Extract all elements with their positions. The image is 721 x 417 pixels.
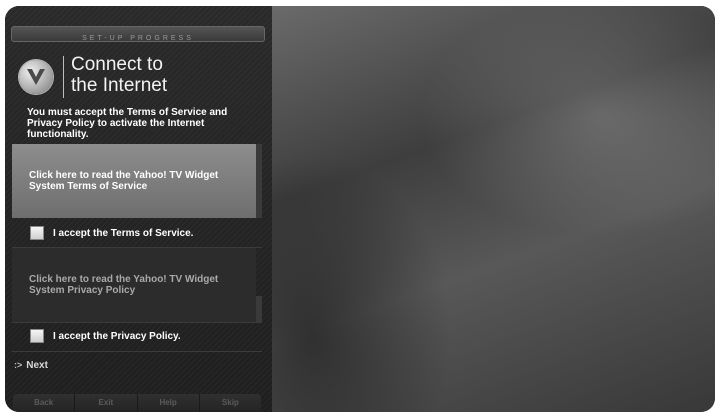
terms-scrollbar[interactable] [256,144,262,218]
privacy-scrollbar[interactable] [256,296,262,322]
page-title-line1: Connect to [71,54,163,75]
setup-sidebar: SET-UP PROGRESS Connect to the Internet … [5,6,273,412]
setup-progress-label: SET-UP PROGRESS [82,35,194,42]
next-button-label: Next [26,360,48,371]
page-title: Connect to the Internet [71,54,261,96]
accept-terms-label: I accept the Terms of Service. [53,227,194,239]
background-artwork [272,6,715,412]
separator [12,322,262,323]
terms-of-service-link-label: Click here to read the Yahoo! TV Widget … [29,170,219,192]
help-button[interactable]: Help [137,394,200,412]
next-button[interactable]: :> Next [14,360,48,371]
terms-notice-text: You must accept the Terms of Service and… [27,107,228,140]
tv-screen-frame: SET-UP PROGRESS Connect to the Internet … [5,6,715,412]
accept-privacy-checkbox[interactable] [30,329,44,343]
vizio-v-logo-icon [19,60,53,94]
v-logo-glyph [27,69,45,85]
exit-button[interactable]: Exit [75,394,138,412]
accept-privacy-label: I accept the Privacy Policy. [53,330,181,342]
title-divider [63,56,64,98]
skip-button[interactable]: Skip [199,394,261,412]
bottom-nav-bar: Back Exit Help Skip [13,394,261,412]
accept-privacy-row[interactable]: I accept the Privacy Policy. [12,324,262,348]
separator [12,351,262,352]
accept-terms-checkbox[interactable] [30,226,44,240]
back-button[interactable]: Back [13,394,76,412]
next-arrow-icon: :> [14,360,23,370]
page-title-line2: the Internet [71,75,168,96]
accept-terms-row[interactable]: I accept the Terms of Service. [12,221,262,245]
setup-progress-bar: SET-UP PROGRESS [11,26,265,42]
terms-of-service-link[interactable]: Click here to read the Yahoo! TV Widget … [12,144,256,218]
privacy-policy-link-label: Click here to read the Yahoo! TV Widget … [29,274,219,296]
privacy-policy-link[interactable]: Click here to read the Yahoo! TV Widget … [12,248,256,322]
